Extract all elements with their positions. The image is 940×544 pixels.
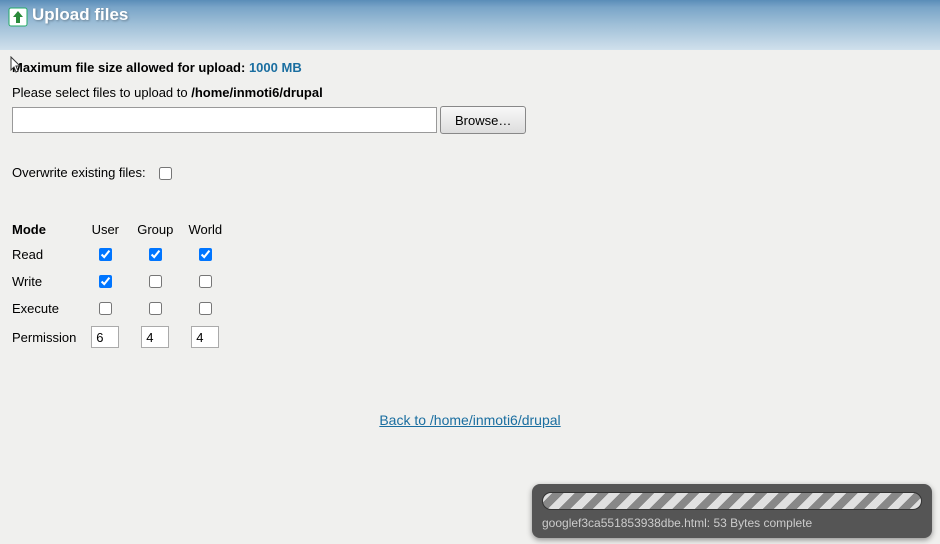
write-group-checkbox[interactable]	[149, 275, 162, 288]
read-group-checkbox[interactable]	[149, 248, 162, 261]
col-user: User	[84, 218, 134, 241]
overwrite-checkbox[interactable]	[159, 167, 172, 180]
row-execute-label: Execute	[12, 295, 84, 322]
perm-world-input[interactable]	[191, 326, 219, 348]
perm-user-input[interactable]	[91, 326, 119, 348]
upload-icon	[8, 7, 28, 27]
perm-group-input[interactable]	[141, 326, 169, 348]
row-write-label: Write	[12, 268, 84, 295]
col-world: World	[184, 218, 234, 241]
browse-button[interactable]: Browse…	[440, 106, 526, 134]
file-path-input[interactable]	[12, 107, 437, 133]
back-link-row: Back to /home/inmoti6/drupal	[12, 412, 928, 428]
write-user-checkbox[interactable]	[99, 275, 112, 288]
permissions-table: Mode User Group World Read Write Execute…	[12, 218, 234, 352]
overwrite-label: Overwrite existing files:	[12, 165, 146, 180]
page-header: Upload files	[0, 0, 940, 50]
select-prefix: Please select files to upload to	[12, 85, 191, 100]
table-row: Write	[12, 268, 234, 295]
page-title: Upload files	[32, 5, 128, 25]
table-row: Read	[12, 241, 234, 268]
file-input-row: Browse…	[12, 106, 928, 134]
upload-path: /home/inmoti6/drupal	[191, 85, 322, 100]
progress-bar	[542, 492, 922, 510]
execute-group-checkbox[interactable]	[149, 302, 162, 315]
progress-panel: googlef3ca551853938dbe.html: 53 Bytes co…	[532, 484, 932, 538]
write-world-checkbox[interactable]	[199, 275, 212, 288]
content-area: Maximum file size allowed for upload: 10…	[0, 50, 940, 438]
read-user-checkbox[interactable]	[99, 248, 112, 261]
mode-header: Mode	[12, 218, 84, 241]
max-size-label: Maximum file size allowed for upload:	[12, 60, 245, 75]
col-group: Group	[134, 218, 184, 241]
table-row: Execute	[12, 295, 234, 322]
table-row: Permission	[12, 322, 234, 352]
max-size-value: 1000 MB	[249, 60, 302, 75]
row-permission-label: Permission	[12, 322, 84, 352]
row-read-label: Read	[12, 241, 84, 268]
max-size-row: Maximum file size allowed for upload: 10…	[12, 60, 928, 75]
select-files-row: Please select files to upload to /home/i…	[12, 85, 928, 100]
progress-text: googlef3ca551853938dbe.html: 53 Bytes co…	[542, 516, 922, 530]
read-world-checkbox[interactable]	[199, 248, 212, 261]
execute-world-checkbox[interactable]	[199, 302, 212, 315]
execute-user-checkbox[interactable]	[99, 302, 112, 315]
overwrite-row: Overwrite existing files:	[12, 164, 928, 183]
back-link[interactable]: Back to /home/inmoti6/drupal	[379, 412, 560, 428]
